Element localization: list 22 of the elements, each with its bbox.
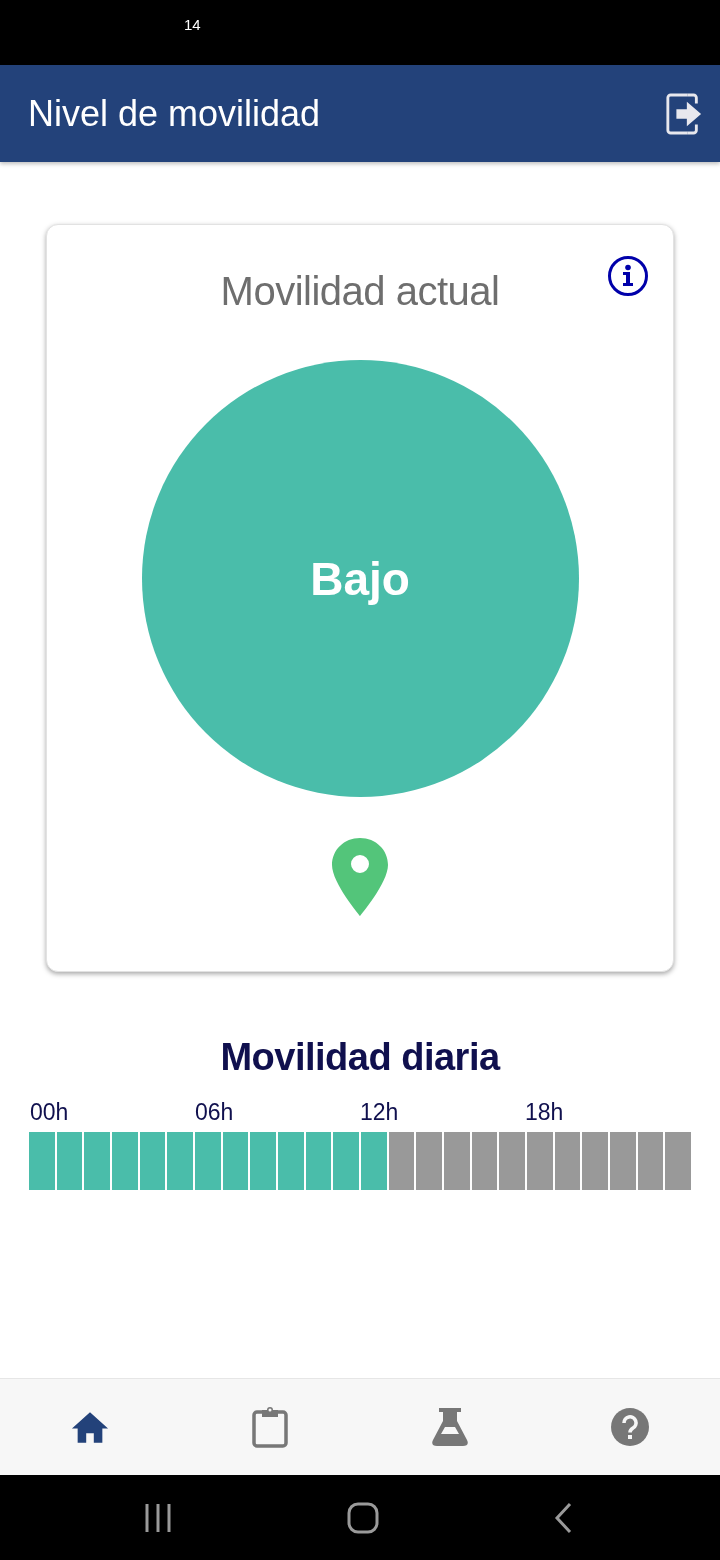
location-pin-icon xyxy=(331,836,389,918)
hour-label: 18h xyxy=(525,1099,564,1125)
clipboard-tab[interactable] xyxy=(252,1406,288,1448)
home-tab[interactable] xyxy=(71,1410,109,1444)
back-icon[interactable] xyxy=(553,1501,573,1534)
info-icon[interactable] xyxy=(607,255,649,297)
mobility-level-text: Bajo xyxy=(310,551,410,606)
hour-label: 06h xyxy=(195,1099,234,1125)
home-button-icon[interactable] xyxy=(347,1501,379,1534)
hour-label: 00h xyxy=(30,1099,69,1125)
flask-icon xyxy=(432,1407,468,1447)
flask-tab[interactable] xyxy=(432,1407,468,1447)
help-icon xyxy=(611,1408,649,1446)
clipboard-icon xyxy=(252,1406,288,1448)
help-tab[interactable] xyxy=(611,1408,649,1446)
hour-label: 12h xyxy=(360,1099,399,1125)
recent-apps-icon[interactable] xyxy=(143,1502,173,1533)
status-time: 14 xyxy=(184,16,201,33)
card-title: Movilidad actual xyxy=(220,269,500,314)
header-title: Nivel de movilidad xyxy=(28,92,321,135)
home-icon xyxy=(71,1410,109,1444)
section-title: Movilidad diaria xyxy=(220,1036,500,1079)
